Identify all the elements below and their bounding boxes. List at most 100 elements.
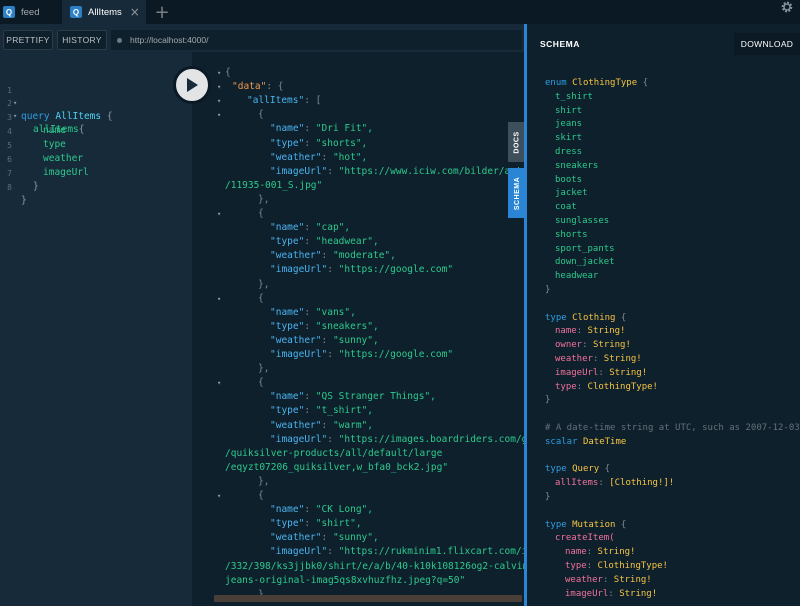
execute-query-button[interactable]: [173, 66, 211, 104]
schema-line: type: ClothingType!: [565, 559, 668, 573]
tab-allitems[interactable]: Q AllItems ×: [62, 0, 146, 24]
json-token: :: [321, 419, 333, 431]
fold-arrow-icon[interactable]: ▾: [217, 80, 221, 94]
json-token: "sunny",: [332, 532, 379, 544]
json-token: :: [327, 349, 339, 360]
schema-token: boots: [555, 174, 583, 185]
schema-line: sneakers: [555, 159, 598, 173]
json-token: },: [258, 475, 270, 487]
json-token: "https://images.boardriders.com/global: [338, 433, 527, 445]
schema-line: down_jacket: [555, 255, 615, 269]
result-line: },: [192, 475, 527, 489]
editor-toolbar: PRETTIFY HISTORY http://localhost:4000/: [0, 28, 527, 52]
json-token: "QS Stranger Things",: [315, 391, 436, 403]
schema-token: {: [604, 464, 611, 475]
result-line: /eqyzt07206_quiksilver,w_bfa0_bck2.jpg": [192, 461, 527, 475]
query-editor[interactable]: 1 ▾ query AllItems { 2 ▾ allItems{ 3 nam…: [0, 65, 192, 606]
json-token: "weather": [270, 532, 322, 544]
schema-token: :: [602, 574, 614, 585]
schema-token: ClothingType: [572, 78, 638, 88]
tab-feed[interactable]: Q feed: [0, 0, 62, 24]
schema-token: {: [620, 312, 627, 323]
json-token: "Dri Fit",: [315, 123, 373, 135]
json-token: "type": [270, 405, 305, 417]
result-text: },: [258, 193, 269, 207]
result-line: },: [192, 278, 527, 292]
result-text: "name": "cap",: [270, 221, 350, 235]
close-tab-icon[interactable]: ×: [130, 5, 140, 19]
fold-arrow-icon[interactable]: ▾: [217, 376, 221, 390]
prettify-button[interactable]: PRETTIFY: [3, 30, 53, 50]
result-pane[interactable]: ▾{▾ "data": {▾ "allItems": [▾{"name": "Dri…: [192, 52, 527, 606]
schema-line: dress: [555, 145, 582, 159]
json-token: "weather": [270, 250, 322, 262]
json-token: "https://rukminim1.flixcart.com/image: [338, 546, 527, 558]
schema-token: allItems: [555, 478, 599, 489]
query-line: 8 }: [0, 168, 192, 206]
schema-line: type Query {: [545, 462, 610, 476]
json-token: "type": [270, 518, 305, 530]
json-token: :: [327, 546, 339, 558]
json-token: "name": [270, 123, 305, 135]
query-line: 7 }: [0, 154, 192, 192]
result-text: "name": "Dri Fit",: [270, 122, 373, 136]
schema-token: String!: [619, 588, 658, 599]
json-token: "type": [270, 320, 305, 332]
json-token: "https://www.iciw.com/bilder/artiklar: [338, 165, 527, 177]
fold-arrow-icon[interactable]: ▾: [217, 108, 221, 122]
schema-token: Query: [572, 464, 600, 475]
fold-arrow-icon[interactable]: ▾: [217, 207, 221, 221]
result-text: "imageUrl": "https://google.com": [270, 263, 453, 277]
result-line: "name": "CK Long",: [192, 503, 527, 517]
schema-token: :: [576, 326, 588, 337]
schema-token: String!: [597, 547, 636, 558]
result-line: jeans-original-imag5qs8xvhuzfhz.jpeg?q=5…: [192, 574, 527, 588]
result-line: /332/398/ks3jjbk0/shirt/e/a/b/40-k10k108…: [192, 560, 527, 574]
schema-token: jeans: [555, 119, 583, 130]
schema-token: createItem(: [555, 533, 615, 544]
schema-line: allItems: [Clothing!]!: [555, 476, 674, 490]
json-token: :: [304, 222, 316, 234]
result-line: "weather": "warm",: [192, 419, 527, 433]
result-line: ▾{: [192, 292, 527, 306]
schema-line: scalar DateTime: [545, 435, 626, 449]
query-badge-icon: Q: [70, 6, 82, 18]
result-line: /quiksilver-products/all/default/large: [192, 447, 527, 461]
query-line: 1 ▾ query AllItems {: [0, 71, 192, 122]
schema-token: {: [642, 78, 648, 88]
schema-line: skirt: [555, 131, 582, 145]
json-token: "cap",: [315, 222, 351, 234]
json-token: {: [225, 67, 231, 78]
schema-line: shirt: [555, 104, 582, 118]
result-line: "type": "shirt",: [192, 517, 527, 531]
download-button[interactable]: DOWNLOAD: [734, 33, 800, 55]
json-token: jeans-original-imag5qs8xvhuzfhz.jpeg?q=5…: [225, 574, 466, 586]
result-line: "weather": "sunny",: [192, 334, 527, 348]
result-line: "name": "Dri Fit",: [192, 122, 527, 136]
result-text: {: [258, 376, 264, 390]
result-text: "imageUrl": "https://rukminim1.flixcart.…: [270, 545, 527, 559]
fold-arrow-icon[interactable]: ▾: [217, 66, 221, 80]
fold-arrow-icon[interactable]: ▾: [217, 489, 221, 503]
endpoint-url-input[interactable]: http://localhost:4000/: [111, 30, 522, 50]
json-token: {: [258, 109, 264, 121]
fold-arrow-icon[interactable]: ▾: [217, 292, 221, 306]
schema-line: imageUrl: String!: [565, 587, 657, 601]
json-token: "weather": [270, 334, 322, 346]
schema-line: }: [545, 490, 550, 504]
gear-icon[interactable]: [779, 0, 795, 14]
json-token: "imageUrl": [270, 546, 328, 558]
json-token: "warm",: [332, 419, 373, 431]
schema-token: type: [545, 312, 567, 323]
line-number: 8: [7, 183, 12, 192]
json-token: "moderate",: [332, 250, 396, 262]
add-tab-button[interactable]: +: [152, 0, 172, 24]
schema-token: down_jacket: [555, 257, 615, 268]
fold-arrow-icon[interactable]: ▾: [217, 94, 221, 108]
result-line: "name": "vans",: [192, 306, 527, 320]
result-horizontal-scrollbar[interactable]: [214, 595, 522, 602]
schema-token: Mutation: [572, 519, 616, 530]
history-button[interactable]: HISTORY: [57, 30, 107, 50]
result-line: "imageUrl": "https://google.com": [192, 263, 527, 277]
schema-token: shorts: [555, 229, 588, 240]
